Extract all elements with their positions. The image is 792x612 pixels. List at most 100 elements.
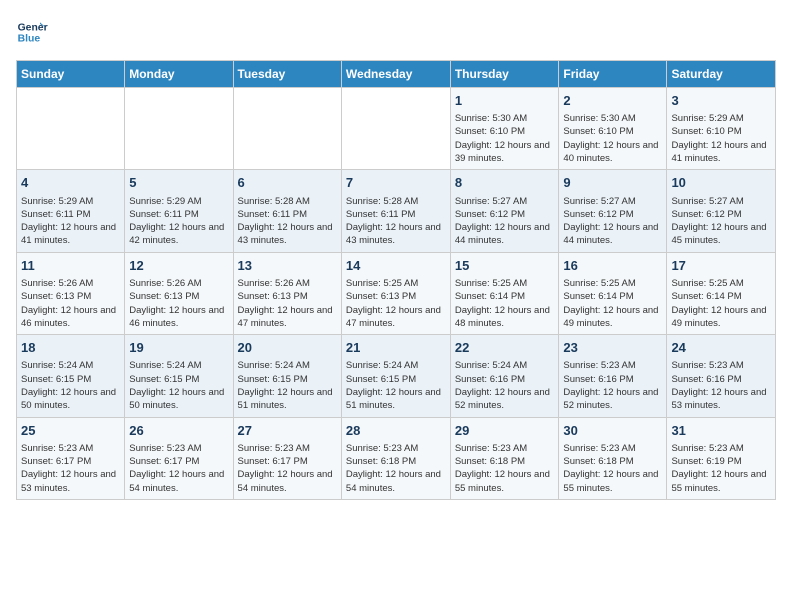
day-info: Sunrise: 5:23 AM Sunset: 6:17 PM Dayligh… [129, 442, 228, 495]
calendar-cell: 3 Sunrise: 5:29 AM Sunset: 6:10 PM Daylig… [667, 88, 776, 170]
day-number: 20 [238, 339, 337, 357]
day-number: 24 [671, 339, 771, 357]
logo-icon: General Blue [16, 16, 48, 48]
calendar-cell: 11 Sunrise: 5:26 AM Sunset: 6:13 PM Dayli… [17, 252, 125, 334]
day-number: 25 [21, 422, 120, 440]
calendar-cell: 5 Sunrise: 5:29 AM Sunset: 6:11 PM Daylig… [125, 170, 233, 252]
day-info: Sunrise: 5:27 AM Sunset: 6:12 PM Dayligh… [455, 195, 555, 248]
weekday-header-cell: Thursday [450, 61, 559, 88]
day-number: 10 [671, 174, 771, 192]
day-number: 1 [455, 92, 555, 110]
day-info: Sunrise: 5:23 AM Sunset: 6:18 PM Dayligh… [346, 442, 446, 495]
calendar-cell [233, 88, 341, 170]
day-info: Sunrise: 5:23 AM Sunset: 6:18 PM Dayligh… [563, 442, 662, 495]
weekday-header-cell: Sunday [17, 61, 125, 88]
day-info: Sunrise: 5:23 AM Sunset: 6:19 PM Dayligh… [671, 442, 771, 495]
svg-text:Blue: Blue [18, 34, 41, 45]
day-number: 30 [563, 422, 662, 440]
weekday-header-cell: Tuesday [233, 61, 341, 88]
day-number: 11 [21, 257, 120, 275]
weekday-header-cell: Wednesday [341, 61, 450, 88]
calendar-cell: 20 Sunrise: 5:24 AM Sunset: 6:15 PM Dayli… [233, 335, 341, 417]
calendar-cell [341, 88, 450, 170]
day-info: Sunrise: 5:23 AM Sunset: 6:17 PM Dayligh… [238, 442, 337, 495]
calendar-cell: 31 Sunrise: 5:23 AM Sunset: 6:19 PM Dayli… [667, 417, 776, 499]
calendar-cell: 27 Sunrise: 5:23 AM Sunset: 6:17 PM Dayli… [233, 417, 341, 499]
day-info: Sunrise: 5:23 AM Sunset: 6:18 PM Dayligh… [455, 442, 555, 495]
day-info: Sunrise: 5:23 AM Sunset: 6:17 PM Dayligh… [21, 442, 120, 495]
day-info: Sunrise: 5:24 AM Sunset: 6:15 PM Dayligh… [238, 359, 337, 412]
day-info: Sunrise: 5:30 AM Sunset: 6:10 PM Dayligh… [563, 112, 662, 165]
calendar-cell: 25 Sunrise: 5:23 AM Sunset: 6:17 PM Dayli… [17, 417, 125, 499]
day-number: 21 [346, 339, 446, 357]
calendar-cell: 14 Sunrise: 5:25 AM Sunset: 6:13 PM Dayli… [341, 252, 450, 334]
day-info: Sunrise: 5:28 AM Sunset: 6:11 PM Dayligh… [238, 195, 337, 248]
day-info: Sunrise: 5:25 AM Sunset: 6:14 PM Dayligh… [671, 277, 771, 330]
calendar-cell: 1Sunrise: 5:30 AM Sunset: 6:10 PM Daylig… [450, 88, 559, 170]
calendar-cell: 24 Sunrise: 5:23 AM Sunset: 6:16 PM Dayli… [667, 335, 776, 417]
day-info: Sunrise: 5:26 AM Sunset: 6:13 PM Dayligh… [21, 277, 120, 330]
svg-text:General: General [18, 22, 48, 33]
weekday-header-cell: Friday [559, 61, 667, 88]
day-number: 27 [238, 422, 337, 440]
day-info: Sunrise: 5:29 AM Sunset: 6:11 PM Dayligh… [129, 195, 228, 248]
day-number: 26 [129, 422, 228, 440]
day-number: 22 [455, 339, 555, 357]
calendar-cell: 7Sunrise: 5:28 AM Sunset: 6:11 PM Daylig… [341, 170, 450, 252]
calendar-cell: 21 Sunrise: 5:24 AM Sunset: 6:15 PM Dayli… [341, 335, 450, 417]
day-info: Sunrise: 5:24 AM Sunset: 6:16 PM Dayligh… [455, 359, 555, 412]
calendar-cell: 30 Sunrise: 5:23 AM Sunset: 6:18 PM Dayli… [559, 417, 667, 499]
day-number: 3 [671, 92, 771, 110]
calendar-cell: 10 Sunrise: 5:27 AM Sunset: 6:12 PM Dayli… [667, 170, 776, 252]
day-number: 13 [238, 257, 337, 275]
calendar-cell: 28 Sunrise: 5:23 AM Sunset: 6:18 PM Dayli… [341, 417, 450, 499]
calendar-cell: 15Sunrise: 5:25 AM Sunset: 6:14 PM Dayli… [450, 252, 559, 334]
day-number: 2 [563, 92, 662, 110]
calendar-cell: 23Sunrise: 5:23 AM Sunset: 6:16 PM Dayli… [559, 335, 667, 417]
calendar-week-row: 18 Sunrise: 5:24 AM Sunset: 6:15 PM Dayli… [17, 335, 776, 417]
day-info: Sunrise: 5:24 AM Sunset: 6:15 PM Dayligh… [21, 359, 120, 412]
calendar-cell: 9Sunrise: 5:27 AM Sunset: 6:12 PM Daylig… [559, 170, 667, 252]
calendar-cell [17, 88, 125, 170]
day-info: Sunrise: 5:27 AM Sunset: 6:12 PM Dayligh… [671, 195, 771, 248]
day-number: 8 [455, 174, 555, 192]
day-number: 19 [129, 339, 228, 357]
calendar-cell: 6Sunrise: 5:28 AM Sunset: 6:11 PM Daylig… [233, 170, 341, 252]
day-number: 28 [346, 422, 446, 440]
calendar-week-row: 4 Sunrise: 5:29 AM Sunset: 6:11 PM Daylig… [17, 170, 776, 252]
day-info: Sunrise: 5:23 AM Sunset: 6:16 PM Dayligh… [671, 359, 771, 412]
weekday-header-cell: Saturday [667, 61, 776, 88]
day-number: 12 [129, 257, 228, 275]
day-number: 14 [346, 257, 446, 275]
calendar-week-row: 25 Sunrise: 5:23 AM Sunset: 6:17 PM Dayli… [17, 417, 776, 499]
day-info: Sunrise: 5:29 AM Sunset: 6:11 PM Dayligh… [21, 195, 120, 248]
calendar-cell: 16 Sunrise: 5:25 AM Sunset: 6:14 PM Dayli… [559, 252, 667, 334]
calendar-cell [125, 88, 233, 170]
weekday-header-row: SundayMondayTuesdayWednesdayThursdayFrid… [17, 61, 776, 88]
calendar-table: SundayMondayTuesdayWednesdayThursdayFrid… [16, 60, 776, 500]
day-number: 31 [671, 422, 771, 440]
calendar-cell: 26 Sunrise: 5:23 AM Sunset: 6:17 PM Dayli… [125, 417, 233, 499]
day-number: 7 [346, 174, 446, 192]
day-info: Sunrise: 5:27 AM Sunset: 6:12 PM Dayligh… [563, 195, 662, 248]
calendar-week-row: 1 Sunrise: 5:30 AM Sunset: 6:10 PM Daylig… [17, 88, 776, 170]
day-number: 4 [21, 174, 120, 192]
calendar-cell: 2 Sunrise: 5:30 AM Sunset: 6:10 PM Daylig… [559, 88, 667, 170]
day-number: 23 [563, 339, 662, 357]
day-info: Sunrise: 5:29 AM Sunset: 6:10 PM Dayligh… [671, 112, 771, 165]
calendar-cell: 29Sunrise: 5:23 AM Sunset: 6:18 PM Dayli… [450, 417, 559, 499]
day-number: 17 [671, 257, 771, 275]
weekday-header-cell: Monday [125, 61, 233, 88]
day-info: Sunrise: 5:24 AM Sunset: 6:15 PM Dayligh… [346, 359, 446, 412]
day-info: Sunrise: 5:26 AM Sunset: 6:13 PM Dayligh… [129, 277, 228, 330]
calendar-cell: 19Sunrise: 5:24 AM Sunset: 6:15 PM Dayli… [125, 335, 233, 417]
calendar-body: 1 Sunrise: 5:30 AM Sunset: 6:10 PM Daylig… [17, 88, 776, 500]
calendar-cell: 13Sunrise: 5:26 AM Sunset: 6:13 PM Dayli… [233, 252, 341, 334]
day-number: 5 [129, 174, 228, 192]
day-info: Sunrise: 5:25 AM Sunset: 6:13 PM Dayligh… [346, 277, 446, 330]
day-info: Sunrise: 5:25 AM Sunset: 6:14 PM Dayligh… [563, 277, 662, 330]
calendar-week-row: 11 Sunrise: 5:26 AM Sunset: 6:13 PM Dayli… [17, 252, 776, 334]
day-number: 16 [563, 257, 662, 275]
calendar-cell: 8 Sunrise: 5:27 AM Sunset: 6:12 PM Daylig… [450, 170, 559, 252]
day-number: 18 [21, 339, 120, 357]
